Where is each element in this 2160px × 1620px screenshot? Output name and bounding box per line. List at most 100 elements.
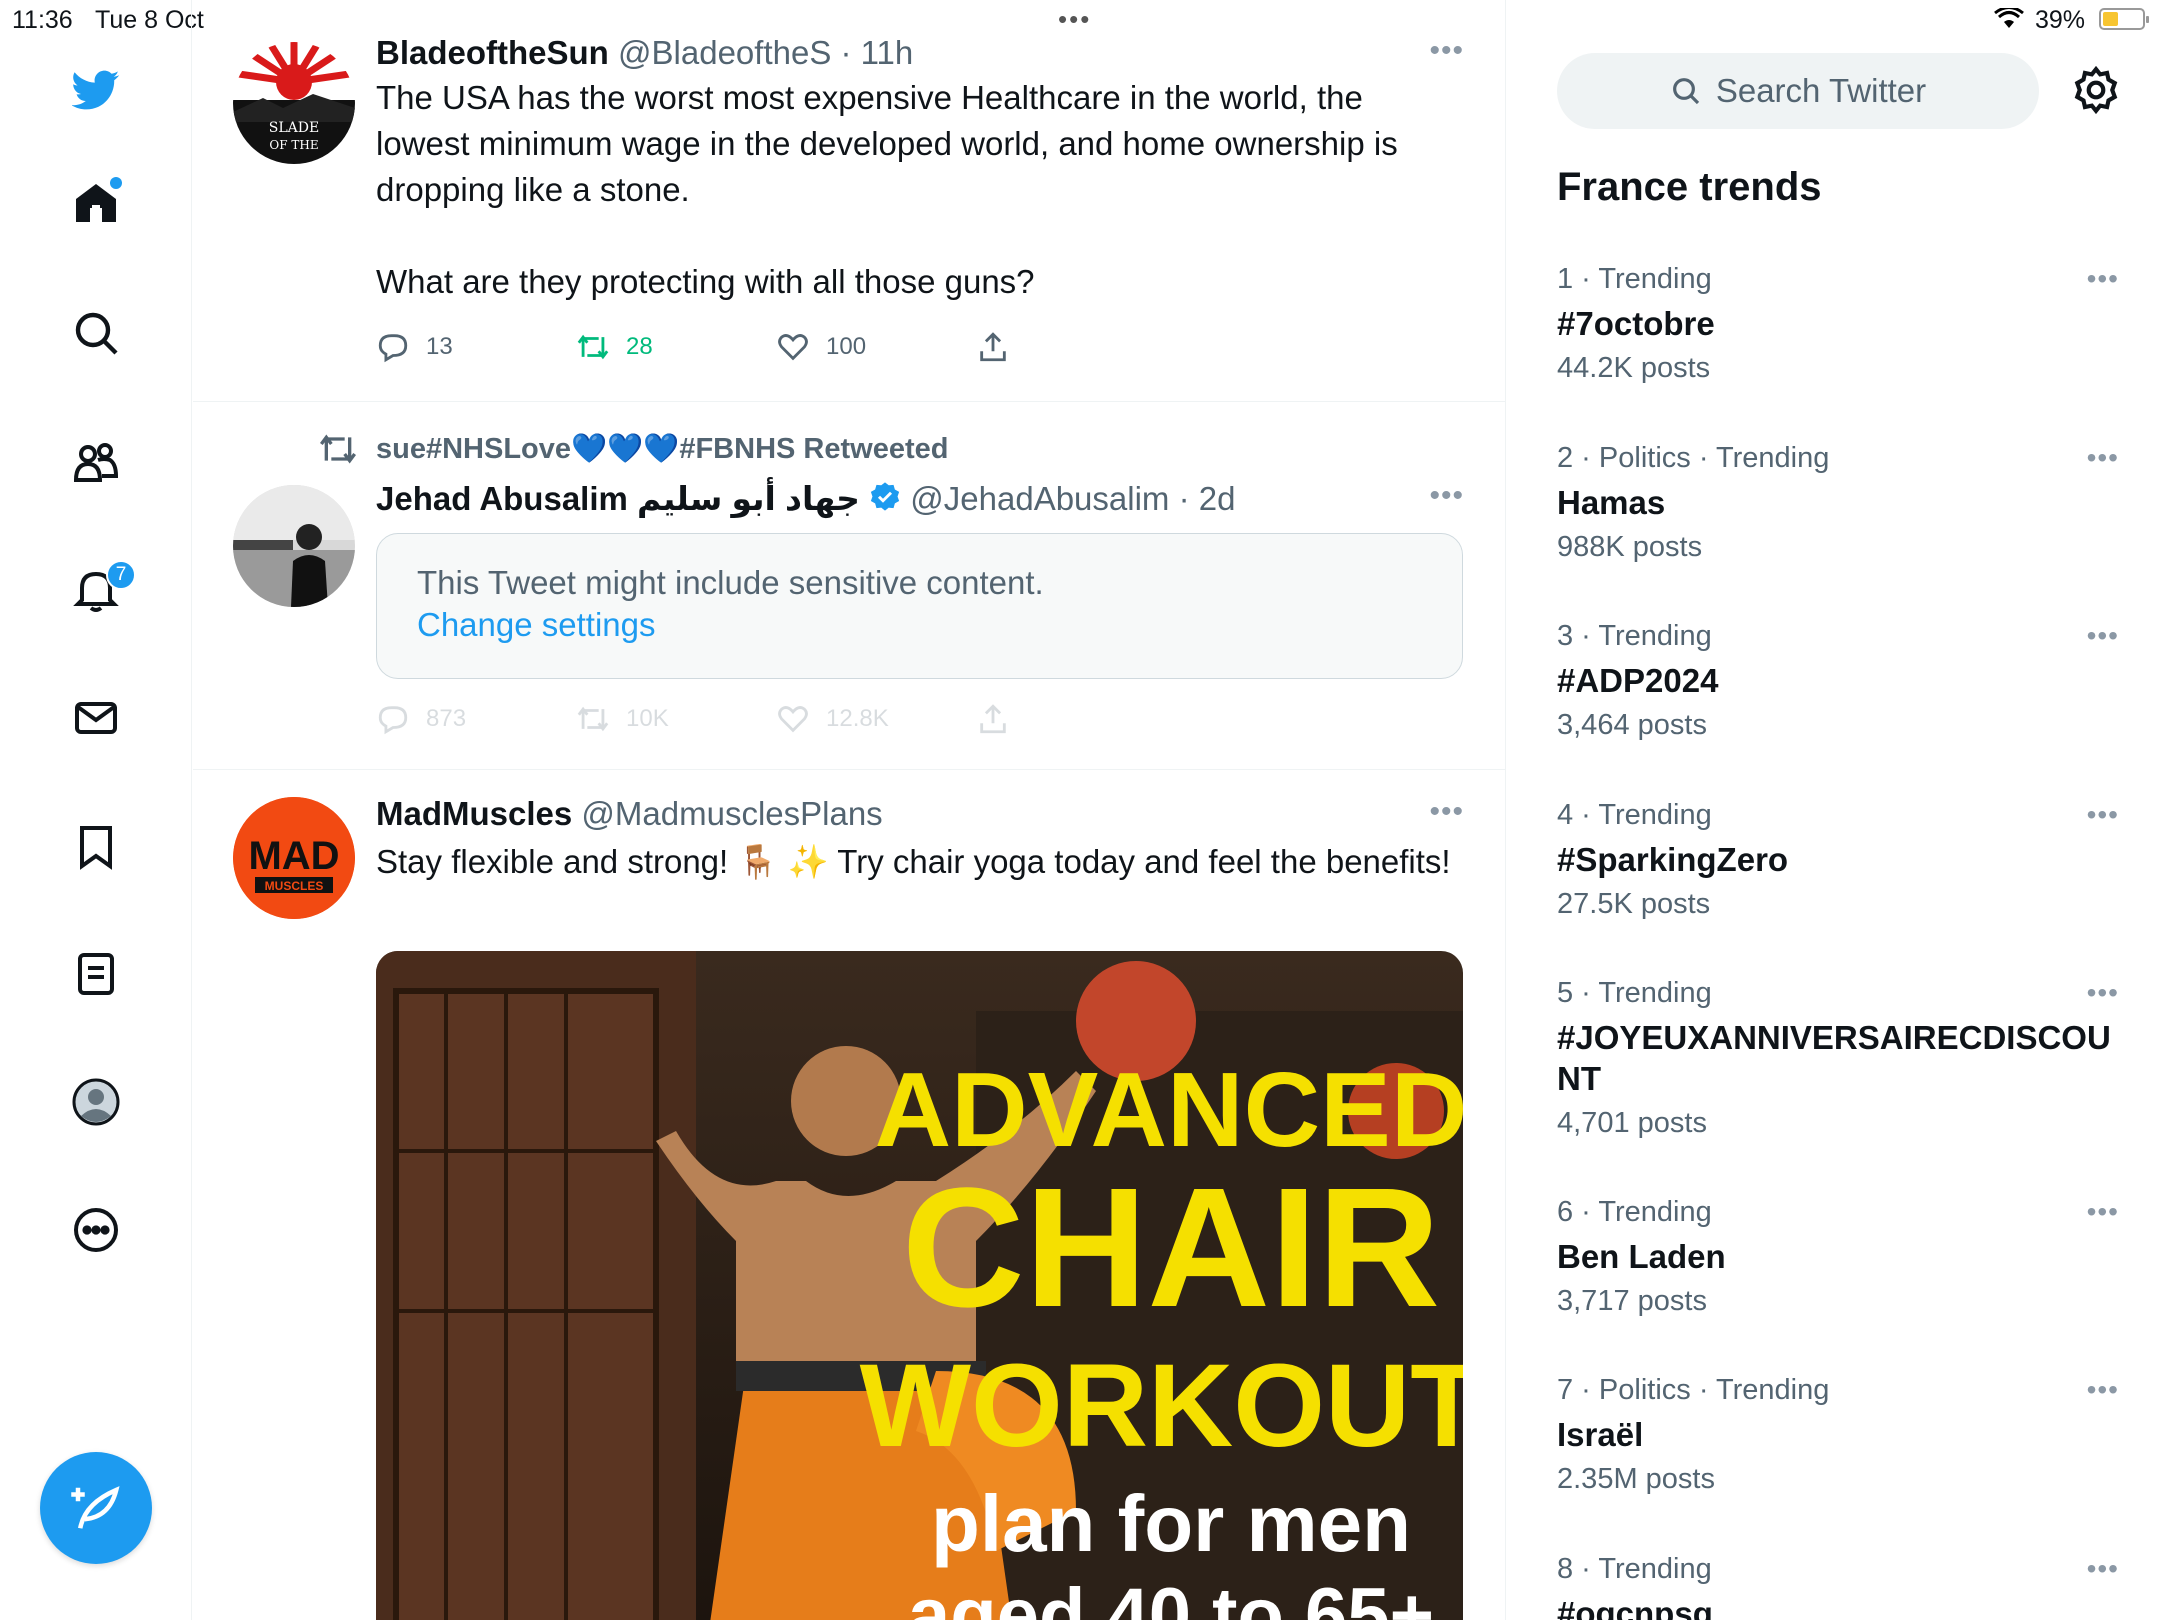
- reply-icon: [378, 706, 408, 735]
- trend-more-icon[interactable]: •••: [2087, 799, 2119, 831]
- retweet-icon: [577, 334, 609, 360]
- left-nav: 7: [0, 0, 192, 1620]
- tweet-header: Jehad Abusalim جهاد أبو سليم @JehadAbusa…: [376, 479, 1235, 521]
- trend-more-icon[interactable]: •••: [2087, 1196, 2119, 1228]
- tweet-header: BladeoftheSun @BladeoftheS · 11h: [376, 34, 914, 71]
- trend-context: 3 · Trending: [1557, 620, 1712, 652]
- retweeted-by[interactable]: sue#NHSLove💙💙💙#FBNHS Retweeted: [376, 432, 948, 466]
- avatar[interactable]: MAD MUSCLES: [233, 797, 355, 919]
- tweet[interactable]: sue#NHSLove💙💙💙#FBNHS Retweeted Jehad Abu…: [193, 402, 1505, 770]
- tweet-more-icon[interactable]: •••: [1429, 795, 1464, 829]
- tweet[interactable]: SLADE OF THE BladeoftheSun @BladeoftheS …: [193, 0, 1505, 402]
- sensitive-content-notice: This Tweet might include sensitive conte…: [376, 533, 1463, 679]
- trend-more-icon[interactable]: •••: [2087, 442, 2119, 474]
- search-input[interactable]: Search Twitter: [1557, 53, 2039, 129]
- trend-item[interactable]: 6 · Trending Ben Laden 3,717 posts •••: [1557, 1196, 2119, 1318]
- bookmarks-icon[interactable]: [66, 816, 126, 876]
- trend-more-icon[interactable]: •••: [2087, 263, 2119, 295]
- trend-count: 988K posts: [1557, 531, 1703, 563]
- home-unread-dot: [110, 177, 122, 189]
- communities-icon[interactable]: [66, 432, 126, 492]
- trend-count: 2.35M posts: [1557, 1463, 1715, 1495]
- timeline: SLADE OF THE BladeoftheSun @BladeoftheS …: [193, 0, 1506, 1620]
- trend-item[interactable]: 5 · Trending #JOYEUXANNIVERSAIRECDISCOUN…: [1557, 977, 2119, 1140]
- trend-count: 27.5K posts: [1557, 888, 1711, 920]
- ad-subline-2: aged 40 to 65+: [908, 1573, 1434, 1620]
- retweet-count: 10K: [626, 705, 669, 732]
- retweet-icon: [577, 706, 609, 732]
- twitter-logo-icon[interactable]: [66, 60, 126, 120]
- notifications-badge: 7: [106, 560, 136, 590]
- display-name[interactable]: BladeoftheSun: [376, 34, 609, 71]
- trend-context: 5 · Trending: [1557, 977, 1712, 1009]
- heart-icon: [778, 334, 808, 361]
- compose-tweet-button[interactable]: [40, 1452, 152, 1564]
- tweet-media-image[interactable]: ADVANCED CHAIR WORKOUT plan for men aged…: [376, 951, 1463, 1620]
- display-name[interactable]: Jehad Abusalim جهاد أبو سليم: [376, 480, 860, 517]
- tweet-time[interactable]: 11h: [861, 34, 914, 71]
- svg-text:SLADE: SLADE: [269, 120, 319, 136]
- more-options-icon[interactable]: [66, 1200, 126, 1260]
- share-button[interactable]: [976, 330, 1010, 364]
- verified-badge-icon: [869, 481, 901, 521]
- like-button[interactable]: 12.8K: [776, 702, 889, 736]
- retweet-count: 28: [626, 333, 653, 360]
- lists-icon[interactable]: [66, 944, 126, 1004]
- trend-item[interactable]: 2 · Politics · Trending Hamas 988K posts…: [1557, 442, 2119, 564]
- trend-item[interactable]: 7 · Politics · Trending Israël 2.35M pos…: [1557, 1374, 2119, 1496]
- retweet-button[interactable]: 10K: [576, 702, 669, 736]
- trend-context: 4 · Trending: [1557, 799, 1712, 831]
- avatar[interactable]: [233, 485, 355, 607]
- settings-gear-icon[interactable]: [2071, 65, 2121, 115]
- trend-name: Israël: [1557, 1416, 1644, 1453]
- handle[interactable]: @MadmusclesPlans: [581, 795, 882, 832]
- trend-name: #ogcnpsg: [1557, 1595, 1713, 1620]
- trend-more-icon[interactable]: •••: [2087, 1374, 2119, 1406]
- trend-more-icon[interactable]: •••: [2087, 620, 2119, 652]
- tweet-more-icon[interactable]: •••: [1429, 479, 1464, 513]
- tweet-text: The USA has the worst most expensive Hea…: [376, 79, 1398, 300]
- messages-envelope-icon[interactable]: [66, 688, 126, 748]
- trend-name: #SparkingZero: [1557, 841, 1789, 878]
- trend-count: 3,717 posts: [1557, 1285, 1707, 1317]
- tweet-time[interactable]: 2d: [1199, 480, 1236, 517]
- svg-text:MAD: MAD: [248, 834, 339, 878]
- trend-more-icon[interactable]: •••: [2087, 977, 2119, 1009]
- like-count: 100: [826, 333, 867, 360]
- compose-feather-icon: [71, 1486, 120, 1529]
- trend-count: 3,464 posts: [1557, 709, 1707, 741]
- trend-context: 1 · Trending: [1557, 263, 1712, 295]
- handle[interactable]: @JehadAbusalim: [910, 480, 1169, 517]
- ad-headline-line-1: ADVANCED: [875, 1051, 1463, 1169]
- home-icon[interactable]: [66, 173, 126, 233]
- tweet-header: MadMuscles @MadmusclesPlans: [376, 795, 883, 833]
- display-name[interactable]: MadMuscles: [376, 795, 572, 832]
- trend-more-icon[interactable]: •••: [2087, 1553, 2119, 1585]
- trend-item[interactable]: 3 · Trending #ADP2024 3,464 posts •••: [1557, 620, 2119, 742]
- tweet[interactable]: MAD MUSCLES MadMuscles @MadmusclesPlans …: [193, 770, 1505, 1620]
- tweet-more-icon[interactable]: •••: [1429, 34, 1464, 68]
- profile-avatar-icon[interactable]: [66, 1072, 126, 1132]
- trend-name: Hamas: [1557, 484, 1666, 521]
- handle[interactable]: @BladeoftheS: [618, 34, 831, 71]
- like-button[interactable]: 100: [776, 330, 866, 364]
- share-button[interactable]: [976, 702, 1010, 736]
- ad-subline-1: plan for men: [931, 1479, 1411, 1568]
- trend-item[interactable]: 1 · Trending #7octobre 44.2K posts •••: [1557, 263, 2119, 385]
- reply-button[interactable]: 873: [376, 702, 466, 736]
- reply-button[interactable]: 13: [376, 330, 453, 364]
- right-sidebar: Search Twitter France trends 1 · Trendin…: [1507, 0, 2160, 1620]
- retweet-button[interactable]: 28: [576, 330, 653, 364]
- trend-count: 4,701 posts: [1557, 1107, 1707, 1139]
- trend-item[interactable]: 8 · Trending #ogcnpsg •••: [1557, 1553, 2119, 1620]
- search-icon[interactable]: [66, 303, 126, 363]
- heart-icon: [778, 706, 808, 733]
- notifications-bell-icon[interactable]: 7: [66, 560, 136, 620]
- reply-count: 13: [426, 333, 453, 360]
- avatar[interactable]: SLADE OF THE: [233, 42, 355, 164]
- change-settings-link[interactable]: Change settings: [417, 606, 656, 644]
- trend-name: #7octobre: [1557, 305, 1715, 342]
- trend-item[interactable]: 4 · Trending #SparkingZero 27.5K posts •…: [1557, 799, 2119, 921]
- sensitive-message: This Tweet might include sensitive conte…: [417, 564, 1044, 601]
- trend-count: 44.2K posts: [1557, 352, 1711, 384]
